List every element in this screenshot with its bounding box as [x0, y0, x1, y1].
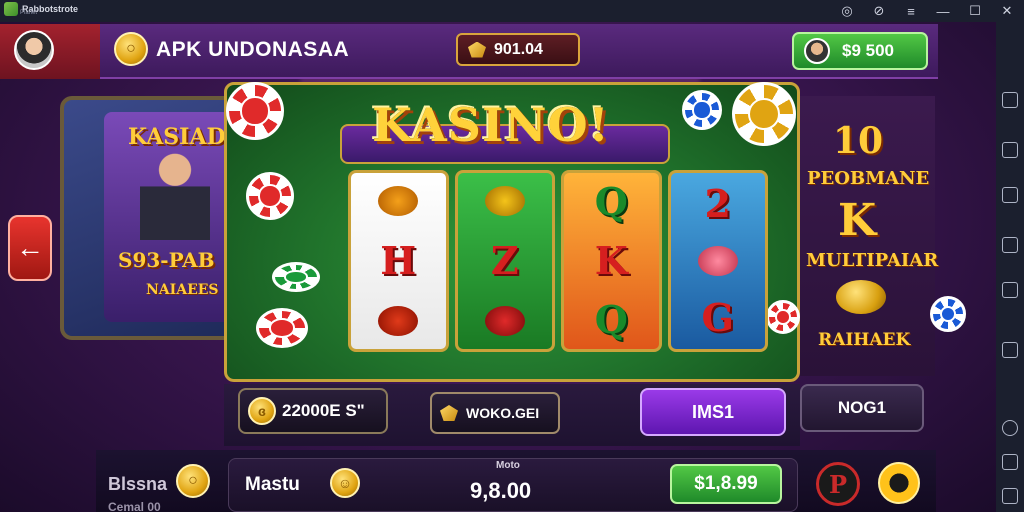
- fruit-symbol-icon: [378, 186, 419, 216]
- player-avatar[interactable]: [14, 30, 54, 70]
- media-icon[interactable]: [1002, 342, 1018, 358]
- bet-mini-label: Moto: [496, 460, 520, 471]
- left-machine-line1: S93-PAB: [118, 248, 215, 272]
- right-panel-line4: MULTIPAIAR: [806, 250, 939, 271]
- reel-symbol: Q: [594, 179, 628, 225]
- game-logo: KASINO!: [372, 98, 610, 152]
- minimize-icon[interactable]: —: [934, 2, 952, 20]
- gem-balance-value: 901.04: [494, 40, 543, 58]
- fruit-symbol-icon: [484, 186, 525, 216]
- bet-amount: 9,8.00: [470, 478, 532, 503]
- reel-symbol: Q: [594, 296, 628, 342]
- back-nav-icon[interactable]: [1002, 454, 1018, 470]
- gold-coins-icon: [836, 280, 886, 314]
- screenshot-icon[interactable]: [1002, 237, 1018, 253]
- macro-icon[interactable]: [1002, 282, 1018, 298]
- poker-chip: [272, 262, 320, 292]
- volume-icon[interactable]: [1002, 142, 1018, 158]
- coin-icon: ☺: [330, 468, 360, 498]
- close-icon[interactable]: ✕: [998, 2, 1016, 20]
- coin-icon: ○: [114, 32, 148, 66]
- win-label: WOKO.GEI: [466, 405, 540, 421]
- reel-symbol: K: [594, 237, 628, 283]
- fullscreen-icon[interactable]: [1002, 92, 1018, 108]
- coin-icon: ɞ: [248, 397, 276, 425]
- spin-button[interactable]: IMS1: [640, 388, 786, 436]
- poker-chip: [930, 296, 966, 332]
- slot-reels: H Z Q K Q 2 G: [348, 170, 768, 352]
- balance-value: 22000E S": [282, 401, 365, 420]
- poker-chip: [732, 82, 796, 146]
- emulator-logo-icon: [4, 2, 18, 16]
- cash-avatar-icon: [804, 38, 830, 64]
- reel-1: H: [348, 170, 449, 352]
- arrow-left-icon: ←: [16, 232, 44, 263]
- rotate-icon[interactable]: [1002, 420, 1018, 436]
- back-button[interactable]: ←: [8, 215, 52, 281]
- balance-display: ɞ 22000E S": [238, 388, 388, 434]
- right-panel-line5: RAIHAEK: [818, 330, 911, 350]
- cash-balance[interactable]: $9 500: [792, 32, 928, 70]
- reel-3: Q K Q: [561, 170, 662, 352]
- reel-2: Z: [454, 170, 555, 352]
- emulator-brand-sub: Planet: [20, 10, 38, 16]
- settings-icon[interactable]: ⊘: [870, 2, 888, 20]
- reel-symbol: H: [380, 238, 417, 283]
- maximize-icon[interactable]: ☐: [966, 2, 984, 20]
- poker-chip: [256, 308, 308, 348]
- poker-chip: [226, 82, 284, 140]
- bottom-left-label: Blssna: [108, 474, 168, 494]
- right-panel-line1: 10: [833, 120, 884, 162]
- help-icon[interactable]: ◎: [838, 2, 856, 20]
- cash-balance-value: $9 500: [842, 41, 894, 60]
- fruit-symbol-icon: [484, 306, 525, 336]
- left-machine-line2: NAIAEES: [146, 282, 219, 298]
- reel-symbol: G: [701, 295, 734, 341]
- app-title: APK UNDONASAA: [156, 38, 350, 61]
- fruit-symbol-icon: [378, 306, 419, 336]
- menu-icon[interactable]: ≡: [902, 2, 920, 20]
- brand-logo-icon[interactable]: P: [816, 462, 860, 506]
- coin-icon: ○: [176, 464, 210, 498]
- poker-chip: [246, 172, 294, 220]
- emulator-sidebar: [996, 22, 1024, 512]
- dealer-portrait: [140, 150, 210, 240]
- gem-icon: [468, 41, 486, 58]
- settings-round-button[interactable]: [878, 462, 920, 504]
- reel-symbol: 2: [704, 180, 731, 226]
- bet-button[interactable]: $1,8.99: [670, 464, 782, 504]
- reel-symbol: Z: [490, 238, 519, 283]
- emulator-title-bar: Rabbotstrote Planet ◎ ⊘ ≡ — ☐ ✕: [0, 0, 1024, 22]
- win-display[interactable]: WOKO.GEI: [430, 392, 560, 434]
- right-panel-line3: K: [838, 195, 877, 246]
- keyboard-icon[interactable]: [1002, 187, 1018, 203]
- poker-chip: [766, 300, 800, 334]
- side-button[interactable]: NOG1: [800, 384, 924, 432]
- poker-chip: [682, 90, 722, 130]
- reel-4: 2 G: [667, 170, 768, 352]
- home-nav-icon[interactable]: [1002, 488, 1018, 504]
- gold-bar-icon: [440, 405, 458, 421]
- emulator-brand: Rabbotstrote: [4, 2, 78, 16]
- window-controls: ◎ ⊘ ≡ — ☐ ✕: [838, 2, 1016, 20]
- bottom-left-sublabel: Cemal 00: [108, 500, 161, 512]
- right-panel-line2: PEOBMANE: [807, 168, 930, 189]
- fruit-symbol-icon: [697, 245, 738, 276]
- bet-panel-label: Mastu: [245, 474, 300, 495]
- gem-balance[interactable]: 901.04: [456, 33, 580, 66]
